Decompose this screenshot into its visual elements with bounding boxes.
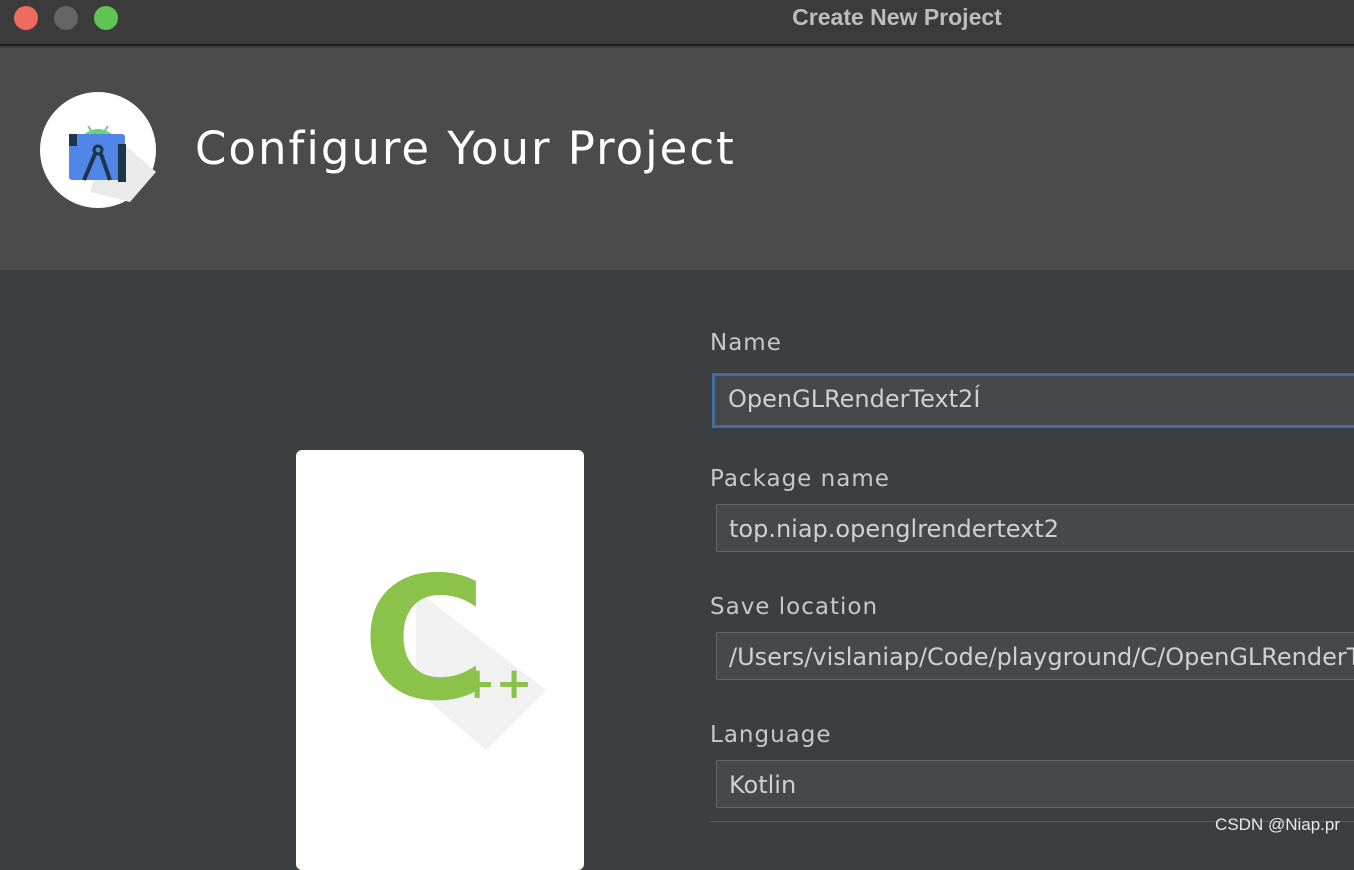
package-name-input[interactable]: top.niap.openglrendertext2	[716, 504, 1354, 552]
header: Configure Your Project	[0, 48, 1354, 270]
android-studio-icon	[40, 92, 156, 208]
window-title: Create New Project	[792, 4, 1002, 30]
page-title: Configure Your Project	[195, 122, 736, 175]
name-input[interactable]: OpenGLRenderText2Í	[712, 373, 1354, 428]
name-label: Name	[710, 330, 782, 356]
cpp-icon: C++	[362, 541, 533, 739]
template-preview-card: C++	[296, 450, 584, 870]
package-name-label: Package name	[710, 466, 890, 492]
save-location-label: Save location	[710, 594, 879, 620]
title-bar: Create New Project	[0, 0, 1354, 46]
save-location-input[interactable]: /Users/vislaniap/Code/playground/C/OpenG…	[716, 632, 1354, 680]
watermark: CSDN @Niap.pr	[1215, 815, 1340, 834]
language-select[interactable]: Kotlin	[716, 760, 1354, 808]
language-label: Language	[710, 722, 832, 748]
